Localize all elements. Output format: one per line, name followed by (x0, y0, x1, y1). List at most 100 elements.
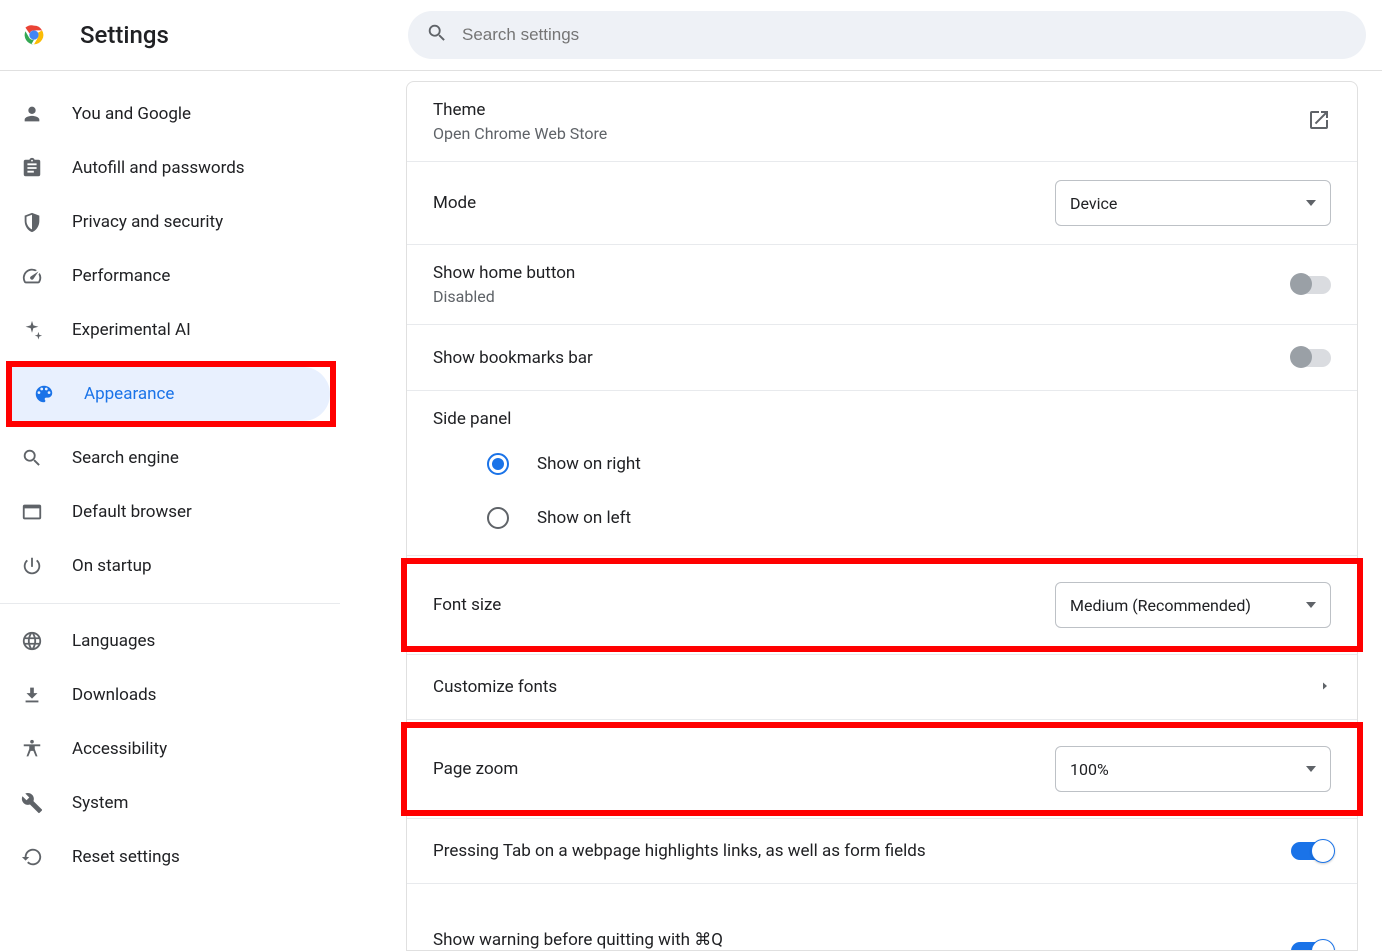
sidebar-item-label: Experimental AI (72, 320, 191, 340)
sidebar-item-you-and-google[interactable]: You and Google (0, 87, 326, 141)
browser-icon (20, 500, 44, 524)
home-button-row: Show home button Disabled (407, 245, 1357, 325)
page-title: Settings (80, 21, 169, 49)
search-container (408, 11, 1366, 59)
speed-icon (20, 264, 44, 288)
mode-select-value: Device (1070, 194, 1117, 213)
palette-icon (32, 382, 56, 406)
sidebar-item-reset[interactable]: Reset settings (0, 830, 326, 884)
search-input[interactable] (462, 25, 1348, 45)
side-panel-right-row[interactable]: Show on right (407, 437, 1357, 491)
sidebar-item-experimental-ai[interactable]: Experimental AI (0, 303, 326, 357)
sidebar-item-on-startup[interactable]: On startup (0, 539, 326, 593)
tab-title: Pressing Tab on a webpage highlights lin… (433, 841, 1291, 861)
sidebar-item-label: On startup (72, 556, 152, 576)
sidebar-item-label: Autofill and passwords (72, 158, 245, 178)
globe-icon (20, 629, 44, 653)
sidebar-item-search-engine[interactable]: Search engine (0, 431, 326, 485)
radio-label: Show on left (537, 508, 631, 528)
bookmarks-row: Show bookmarks bar (407, 325, 1357, 391)
sidebar-item-label: Search engine (72, 448, 179, 468)
font-size-value: Medium (Recommended) (1070, 596, 1251, 615)
search-box[interactable] (408, 11, 1366, 59)
sidebar-item-default-browser[interactable]: Default browser (0, 485, 326, 539)
sidebar-item-label: Performance (72, 266, 170, 286)
wrench-icon (20, 791, 44, 815)
bookmarks-toggle[interactable] (1291, 349, 1331, 367)
font-size-select[interactable]: Medium (Recommended) (1055, 582, 1331, 628)
page-zoom-select[interactable]: 100% (1055, 746, 1331, 792)
sidebar-item-performance[interactable]: Performance (0, 249, 326, 303)
sparkle-icon (20, 318, 44, 342)
sidebar: You and Google Autofill and passwords Pr… (0, 71, 340, 951)
appearance-card: Theme Open Chrome Web Store Mode Device … (406, 81, 1358, 951)
accessibility-icon (20, 737, 44, 761)
customize-fonts-title: Customize fonts (433, 677, 1319, 697)
theme-sub: Open Chrome Web Store (433, 124, 1307, 143)
tab-highlight-toggle[interactable] (1291, 842, 1331, 860)
radio-show-right[interactable] (487, 453, 509, 475)
home-sub: Disabled (433, 287, 1291, 306)
page-zoom-row: Page zoom 100% (407, 728, 1357, 810)
chrome-logo-icon (20, 21, 48, 49)
reset-icon (20, 845, 44, 869)
sidebar-item-label: Privacy and security (72, 212, 223, 232)
sidebar-item-privacy[interactable]: Privacy and security (0, 195, 326, 249)
highlight-page-zoom: Page zoom 100% (401, 722, 1363, 816)
home-title: Show home button (433, 263, 1291, 283)
sidebar-item-downloads[interactable]: Downloads (0, 668, 326, 722)
sidebar-item-autofill[interactable]: Autofill and passwords (0, 141, 326, 195)
caret-down-icon (1306, 200, 1316, 206)
mode-title: Mode (433, 193, 1055, 213)
power-icon (20, 554, 44, 578)
quit-warning-toggle[interactable] (1291, 942, 1331, 950)
side-panel-section: Side panel Show on right Show on left (407, 391, 1357, 556)
page-zoom-value: 100% (1070, 760, 1109, 779)
side-panel-left-row[interactable]: Show on left (407, 491, 1357, 545)
sidebar-item-languages[interactable]: Languages (0, 614, 326, 668)
sidebar-group-advanced: Languages Downloads Accessibility System… (0, 614, 340, 894)
shield-icon (20, 210, 44, 234)
tab-highlight-row: Pressing Tab on a webpage highlights lin… (407, 818, 1357, 884)
theme-row[interactable]: Theme Open Chrome Web Store (407, 82, 1357, 162)
quit-warning-row: Show warning before quitting with ⌘Q (407, 884, 1357, 950)
bookmarks-title: Show bookmarks bar (433, 348, 1291, 368)
sidebar-item-label: Accessibility (72, 739, 167, 759)
mode-row: Mode Device (407, 162, 1357, 245)
mode-select[interactable]: Device (1055, 180, 1331, 226)
sidebar-item-label: Default browser (72, 502, 192, 522)
sidebar-item-label: Downloads (72, 685, 156, 705)
sidebar-item-accessibility[interactable]: Accessibility (0, 722, 326, 776)
caret-down-icon (1306, 766, 1316, 772)
sidebar-group-main: You and Google Autofill and passwords Pr… (0, 87, 340, 604)
font-size-title: Font size (433, 595, 1055, 615)
download-icon (20, 683, 44, 707)
header: Settings (0, 0, 1382, 71)
person-icon (20, 102, 44, 126)
highlight-appearance: Appearance (6, 361, 336, 427)
home-button-toggle[interactable] (1291, 276, 1331, 294)
open-external-icon (1307, 108, 1331, 136)
sidebar-item-label: System (72, 793, 128, 813)
main-content: Theme Open Chrome Web Store Mode Device … (340, 71, 1382, 951)
theme-title: Theme (433, 100, 1307, 120)
sidebar-item-label: Languages (72, 631, 155, 651)
sidebar-item-label: You and Google (72, 104, 191, 124)
sidebar-item-label: Reset settings (72, 847, 180, 867)
sidebar-item-label: Appearance (84, 384, 174, 404)
customize-fonts-row[interactable]: Customize fonts (407, 654, 1357, 720)
highlight-font-size: Font size Medium (Recommended) (401, 558, 1363, 652)
search-icon (20, 446, 44, 470)
chevron-right-icon (1319, 678, 1331, 696)
quit-title: Show warning before quitting with ⌘Q (433, 930, 1291, 950)
font-size-row: Font size Medium (Recommended) (407, 564, 1357, 646)
clipboard-icon (20, 156, 44, 180)
page-zoom-title: Page zoom (433, 759, 1055, 779)
sidebar-item-system[interactable]: System (0, 776, 326, 830)
sidebar-item-appearance[interactable]: Appearance (12, 367, 330, 421)
side-panel-title: Side panel (407, 391, 1357, 437)
radio-show-left[interactable] (487, 507, 509, 529)
search-icon (426, 22, 462, 48)
caret-down-icon (1306, 602, 1316, 608)
radio-label: Show on right (537, 454, 641, 474)
